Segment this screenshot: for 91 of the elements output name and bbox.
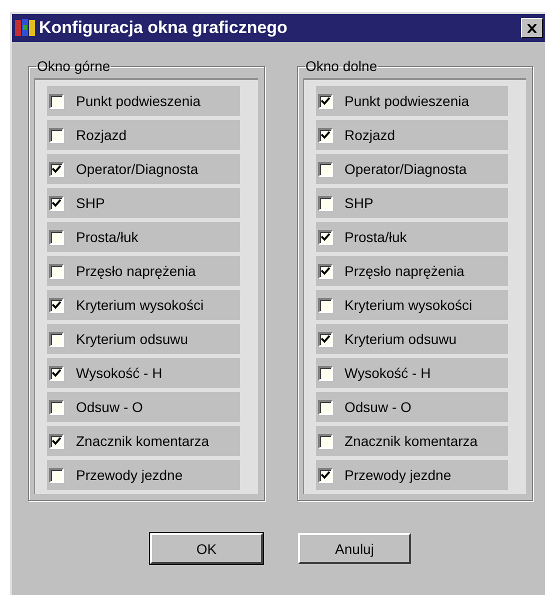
checkbox[interactable] (318, 196, 332, 210)
check-icon (320, 233, 330, 241)
checkbox-label: Rozjazd (76, 127, 127, 143)
checkbox-label: Kryterium odsuwu (344, 331, 457, 347)
checkbox[interactable] (318, 400, 332, 414)
checkbox-label: Rozjazd (344, 127, 396, 143)
group-title: Okno górne (36, 58, 112, 74)
checkbox-row[interactable]: Kryterium odsuwu (47, 324, 240, 354)
checkbox-label: Punkt podwieszenia (344, 93, 470, 109)
check-icon (52, 165, 61, 173)
checkbox[interactable] (318, 128, 332, 142)
checkbox-label: Przęsło naprężenia (344, 263, 464, 279)
checkbox-row[interactable]: Rozjazd (47, 120, 240, 150)
checkbox-row[interactable]: Wysokość - H (316, 358, 508, 388)
checkbox-label: Wysokość - H (344, 365, 431, 381)
checkbox[interactable] (49, 332, 64, 346)
checkbox-row[interactable]: Odsuw - O (316, 392, 508, 422)
group-title: Okno dolne (304, 58, 378, 74)
checkbox[interactable] (318, 332, 332, 346)
checkbox-label: Punkt podwieszenia (76, 93, 201, 109)
checkbox-row[interactable]: Kryterium odsuwu (316, 324, 508, 354)
checkbox-row[interactable]: Przęsło naprężenia (47, 256, 240, 286)
checkbox[interactable] (318, 230, 332, 244)
check-icon (320, 471, 330, 479)
checkbox-row[interactable]: Kryterium wysokości (47, 290, 240, 320)
ok-button[interactable]: OK (150, 533, 263, 564)
checkbox[interactable] (318, 264, 332, 278)
checkbox-row[interactable]: Punkt podwieszenia (316, 86, 508, 116)
checkbox-label: Odsuw - O (76, 399, 143, 415)
checkbox[interactable] (318, 298, 332, 312)
checkbox-label: Przęsło naprężenia (76, 263, 196, 279)
checkbox-label: Prosta/łuk (76, 229, 138, 245)
checkbox-row[interactable]: Operator/Diagnosta (316, 154, 508, 184)
check-icon (52, 369, 61, 377)
checkbox-row[interactable]: Kryterium wysokości (316, 290, 508, 320)
checkbox-row[interactable]: Operator/Diagnosta (47, 154, 240, 184)
window-title: Konfiguracja okna graficznego (39, 18, 288, 38)
checkbox[interactable] (49, 162, 64, 176)
check-icon (320, 267, 330, 275)
checkbox[interactable] (49, 94, 64, 108)
cancel-button[interactable]: Anuluj (298, 533, 411, 564)
checkbox-row[interactable]: Przewody jezdne (47, 460, 240, 490)
checkbox-label: Kryterium odsuwu (76, 331, 188, 347)
checkbox-row[interactable]: SHP (316, 188, 508, 218)
checkbox-label: Przewody jezdne (76, 467, 183, 483)
check-icon (52, 301, 61, 309)
checkbox-row[interactable]: Prosta/łuk (47, 222, 240, 252)
checkbox[interactable] (49, 468, 64, 482)
checkbox[interactable] (49, 196, 64, 210)
close-icon (527, 24, 537, 32)
check-icon (320, 97, 330, 105)
checkbox-row[interactable]: Wysokość - H (47, 358, 240, 388)
check-icon (52, 437, 61, 445)
check-icon (320, 131, 330, 139)
checkbox-row[interactable]: Znacznik komentarza (316, 426, 508, 456)
checkbox-label: Znacznik komentarza (344, 433, 478, 449)
checkbox-label: SHP (76, 195, 105, 211)
checkbox-row[interactable]: Odsuw - O (47, 392, 240, 422)
checkbox[interactable] (49, 230, 64, 244)
close-button[interactable] (521, 18, 543, 38)
checkbox[interactable] (318, 468, 332, 482)
app-icon (14, 18, 36, 38)
checkbox[interactable] (49, 298, 64, 312)
checkbox-label: Operator/Diagnosta (76, 161, 198, 177)
checkbox[interactable] (49, 434, 64, 448)
checkbox-row[interactable]: Rozjazd (316, 120, 508, 150)
checkbox-label: Znacznik komentarza (76, 433, 210, 449)
checkbox-label: Prosta/łuk (344, 229, 407, 245)
checkbox-label: Operator/Diagnosta (344, 161, 467, 177)
checkbox[interactable] (318, 434, 332, 448)
checkbox-row[interactable]: Znacznik komentarza (47, 426, 240, 456)
checkbox[interactable] (318, 94, 332, 108)
checkbox-row[interactable]: SHP (47, 188, 240, 218)
checkbox[interactable] (49, 264, 64, 278)
checkbox[interactable] (318, 366, 332, 380)
checkbox-label: Odsuw - O (344, 399, 412, 415)
checkbox-row[interactable]: Punkt podwieszenia (47, 86, 240, 116)
checkbox[interactable] (318, 162, 332, 176)
checkbox-label: Wysokość - H (76, 365, 162, 381)
checkbox-row[interactable]: Przewody jezdne (316, 460, 508, 490)
check-icon (320, 335, 330, 343)
checkbox-row[interactable]: Przęsło naprężenia (316, 256, 508, 286)
checkbox-label: Kryterium wysokości (344, 297, 472, 313)
check-icon (52, 199, 61, 207)
checkbox[interactable] (49, 366, 64, 380)
checkbox[interactable] (49, 128, 64, 142)
checkbox-row[interactable]: Prosta/łuk (316, 222, 508, 252)
checkbox[interactable] (49, 400, 64, 414)
checkbox-label: SHP (344, 195, 374, 211)
checkbox-label: Kryterium wysokości (76, 297, 204, 313)
checkbox-label: Przewody jezdne (344, 467, 452, 483)
